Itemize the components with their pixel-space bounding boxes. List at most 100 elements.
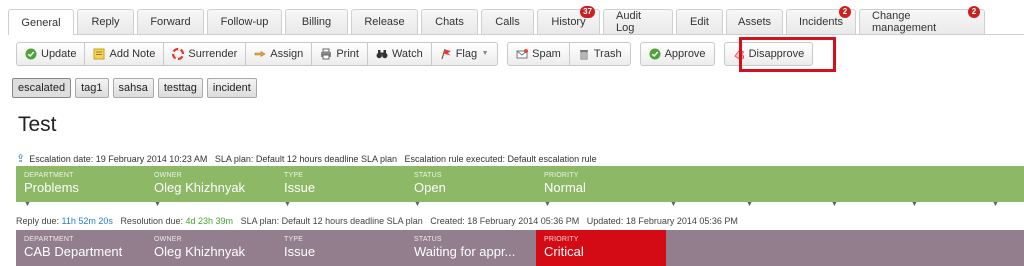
priority-cell[interactable]: PRIORITY Critical: [536, 230, 666, 266]
chevron-down-icon[interactable]: ▼: [831, 201, 838, 208]
tab-label: Billing: [301, 16, 332, 28]
tab-label: Assets: [738, 16, 772, 28]
trash-button[interactable]: Trash: [568, 42, 631, 66]
check-circle-icon: [25, 48, 37, 60]
tab-label: Chats: [435, 16, 464, 28]
tag-testtag[interactable]: testtag: [157, 78, 203, 98]
change-management-count-badge: 2: [968, 6, 980, 18]
tab-assets[interactable]: Assets: [726, 9, 783, 34]
chevron-down-icon[interactable]: ▼: [544, 201, 551, 208]
owner-label: OWNER: [154, 236, 182, 243]
update-button[interactable]: Update: [16, 42, 86, 66]
tag-tag1[interactable]: tag1: [75, 78, 109, 98]
chevron-down-icon[interactable]: ▼: [284, 201, 291, 208]
priority-cell[interactable]: PRIORITY Normal: [536, 166, 666, 202]
tab-label: Forward: [150, 16, 191, 28]
tag-incident[interactable]: incident: [206, 78, 257, 98]
type-label: TYPE: [284, 236, 304, 243]
tab-release[interactable]: Release: [351, 9, 418, 34]
assign-button[interactable]: Assign: [245, 42, 313, 66]
tag-sahsa[interactable]: sahsa: [112, 78, 154, 98]
priority-value: Normal: [544, 180, 586, 195]
resolution-due-label: Resolution due:: [120, 216, 183, 226]
chevron-down-icon[interactable]: ▼: [154, 201, 161, 208]
department-cell[interactable]: DEPARTMENT Problems: [16, 166, 146, 202]
approve-button[interactable]: Approve: [639, 42, 715, 66]
check-circle-icon: [649, 48, 661, 60]
escalation-text: Escalation date: 19 February 2014 10:23 …: [29, 153, 597, 164]
reply-due-label: Reply due:: [16, 216, 60, 226]
surrender-button[interactable]: Surrender: [163, 42, 247, 66]
tab-change-management[interactable]: Change management 2: [859, 6, 985, 34]
tab-audit-log[interactable]: Audit Log: [603, 9, 673, 34]
binoculars-icon: [376, 48, 388, 60]
status-label: STATUS: [414, 236, 442, 243]
department-label: DEPARTMENT: [24, 236, 74, 243]
spam-label: Spam: [532, 48, 561, 60]
ticket-title: Test: [18, 113, 57, 136]
flag-icon: [440, 48, 452, 60]
tab-calls[interactable]: Calls: [481, 9, 534, 34]
chevron-down-icon[interactable]: ▼: [414, 201, 421, 208]
type-value: Issue: [284, 244, 316, 259]
tab-billing[interactable]: Billing: [285, 9, 348, 34]
tab-label: Incidents: [798, 16, 844, 28]
action-toolbar: Update Add Note Surrender Assign Print W…: [16, 41, 814, 67]
ticket-properties-bar: DEPARTMENT Problems OWNER Oleg Khizhnyak T…: [16, 166, 1024, 202]
update-label: Update: [41, 48, 77, 60]
watch-button[interactable]: Watch: [366, 42, 432, 66]
priority-value: Critical: [544, 244, 584, 259]
chevron-down-icon[interactable]: ▼: [911, 201, 918, 208]
status-cell[interactable]: STATUS Open: [406, 166, 536, 202]
add-note-button[interactable]: Add Note: [84, 42, 165, 66]
watch-label: Watch: [391, 48, 423, 60]
spam-button[interactable]: Spam: [507, 42, 570, 66]
tab-label: General: [21, 16, 61, 29]
trash-icon: [578, 48, 590, 60]
history-count-badge: 37: [580, 6, 595, 18]
resolution-due-value: 4d 23h 39m: [185, 216, 234, 226]
owner-cell[interactable]: OWNER Oleg Khizhnyak: [146, 230, 276, 266]
owner-cell[interactable]: OWNER Oleg Khizhnyak: [146, 166, 276, 202]
chevron-down-icon[interactable]: ▼: [24, 201, 31, 208]
surrender-label: Surrender: [188, 48, 238, 60]
status-cell[interactable]: STATUS Waiting for appr...: [406, 230, 536, 266]
department-cell[interactable]: DEPARTMENT CAB Department: [16, 230, 146, 266]
tab-general[interactable]: General: [8, 9, 74, 35]
chevron-down-icon[interactable]: ▼: [992, 201, 999, 208]
sla-created-updated-text: SLA plan: Default 12 hours deadline SLA …: [240, 216, 738, 226]
tab-history[interactable]: History 37: [537, 6, 600, 34]
chevron-down-icon[interactable]: ▼: [746, 201, 753, 208]
owner-value: Oleg Khizhnyak: [154, 180, 246, 195]
tab-reply[interactable]: Reply: [77, 9, 134, 34]
chevron-down-icon: ▼: [481, 50, 489, 57]
tab-follow-up[interactable]: Follow-up: [207, 9, 282, 34]
lifebuoy-icon: [172, 47, 185, 61]
due-info: Reply due: 11h 52m 20s Resolution due: 4…: [16, 216, 738, 226]
chevron-down-icon[interactable]: ▼: [670, 201, 677, 208]
hand-pointing-icon: [254, 48, 266, 60]
print-button[interactable]: Print: [311, 42, 368, 66]
department-label: DEPARTMENT: [24, 172, 74, 179]
tab-forward[interactable]: Forward: [137, 9, 204, 34]
owner-value: Oleg Khizhnyak: [154, 244, 246, 259]
ticket-properties-bar-secondary: DEPARTMENT CAB Department OWNER Oleg Khizh…: [16, 230, 1024, 266]
tab-edit[interactable]: Edit: [676, 9, 723, 34]
type-label: TYPE: [284, 172, 304, 179]
department-value: CAB Department: [24, 244, 123, 259]
assign-label: Assign: [270, 48, 304, 60]
type-cell[interactable]: TYPE Issue: [276, 166, 406, 202]
tab-incidents[interactable]: Incidents 2: [786, 6, 856, 34]
status-value: Open: [414, 180, 446, 195]
tag-escalated[interactable]: escalated: [12, 78, 72, 98]
flag-label: Flag: [455, 48, 478, 60]
status-value: Waiting for appr...: [414, 244, 516, 259]
envelope-icon: [516, 48, 529, 60]
incidents-count-badge: 2: [839, 6, 851, 18]
type-cell[interactable]: TYPE Issue: [276, 230, 406, 266]
tab-label: Change management: [872, 10, 937, 34]
tab-chats[interactable]: Chats: [421, 9, 478, 34]
dropdown-arrows-row: ▼ ▼ ▼ ▼ ▼ ▼ ▼ ▼ ▼ ▼: [16, 201, 1024, 209]
status-label: STATUS: [414, 172, 442, 179]
flag-dropdown[interactable]: Flag ▼: [430, 42, 499, 66]
